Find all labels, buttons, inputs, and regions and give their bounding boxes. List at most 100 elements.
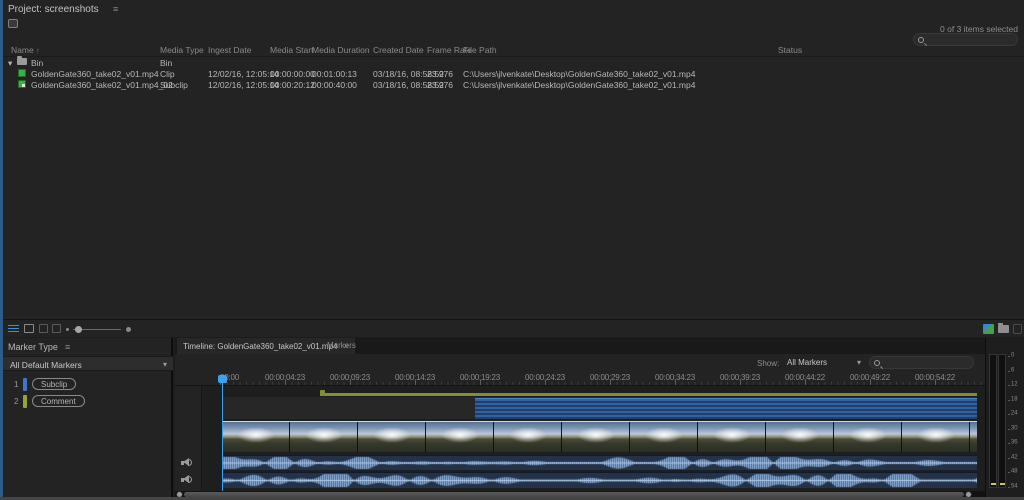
cell-name: GoldenGate360_take02_v01.mp4_02	[31, 80, 173, 90]
show-markers-dropdown[interactable]: All Markers ▾	[783, 356, 863, 369]
marker-color-bar	[23, 378, 27, 391]
playhead-head[interactable]	[218, 375, 227, 383]
column-status[interactable]: Status	[778, 45, 802, 55]
chevron-down-icon: ▾	[856, 358, 861, 367]
list-view-button[interactable]	[8, 324, 19, 333]
twirl-open-icon[interactable]: ▾	[8, 58, 12, 69]
panel-menu-icon[interactable]: ≡	[113, 4, 118, 14]
search-icon	[874, 359, 880, 366]
cell-ingest-date: 12/02/16, 12:05:14	[208, 80, 279, 90]
meter-level	[991, 483, 996, 485]
cell-file-path: C:\Users\jlvenkate\Desktop\GoldenGate360…	[463, 69, 696, 79]
zoom-out-icon[interactable]	[66, 328, 69, 331]
ruler-tick	[610, 380, 611, 385]
timeline-search-box[interactable]	[869, 356, 974, 369]
meter-bar-right	[998, 354, 1006, 488]
cell-frame-rate: 23.976	[427, 69, 453, 79]
markers-tab[interactable]: Markers	[327, 341, 356, 350]
clear-button[interactable]	[1013, 324, 1022, 334]
icon-view-button[interactable]	[24, 324, 34, 333]
new-item-button[interactable]	[983, 324, 994, 334]
ruler-tick	[545, 380, 546, 385]
column-created-date[interactable]: Created Date	[373, 45, 424, 55]
subclip-icon	[18, 80, 26, 88]
marker-list-item[interactable]: 1 Subclip	[3, 378, 173, 392]
ruler-tick	[805, 380, 806, 385]
ruler-tick	[675, 380, 676, 385]
meter-bar-left	[989, 354, 997, 488]
new-bin-button[interactable]	[998, 323, 1009, 333]
meter-scale-tick	[1008, 457, 1010, 459]
marker-type-title: Marker Type	[8, 342, 58, 352]
column-media-type[interactable]: Media Type	[160, 45, 204, 55]
marker-label-pill[interactable]: Comment	[32, 395, 85, 407]
table-row-subclip[interactable]: GoldenGate360_take02_v01.mp4_02 Subclip …	[3, 80, 1024, 91]
timeline-ruler[interactable]: 00:00 00:00:04:23 00:00:09:23 00:00:14:23 00…	[175, 372, 985, 386]
comment-marker-span[interactable]	[320, 390, 977, 396]
meter-scale-tick	[1008, 370, 1010, 372]
meter-scale-tick	[1008, 486, 1010, 488]
cell-ingest-date: 12/02/16, 12:05:14	[208, 69, 279, 79]
video-clip-filmstrip[interactable]	[222, 421, 977, 452]
table-row-bin[interactable]: ▾ Bin Bin	[3, 56, 1024, 69]
timeline-panel: Timeline: GoldenGate360_take02_v01.mp4 × …	[175, 338, 985, 500]
speaker-icon[interactable]	[181, 458, 193, 467]
table-row-clip[interactable]: GoldenGate360_take02_v01.mp4 Clip 12/02/…	[3, 69, 1024, 80]
meter-scale-tick	[1008, 414, 1010, 415]
meter-scale-label: 36	[1011, 439, 1018, 445]
marker-index: 2	[14, 397, 19, 406]
marker-label-pill[interactable]: Subclip	[32, 378, 77, 390]
speaker-icon[interactable]	[181, 475, 193, 484]
zoom-in-icon[interactable]	[126, 327, 131, 332]
marker-color-bar	[23, 395, 27, 408]
meter-scale-tick	[1008, 428, 1010, 430]
project-panel-tab[interactable]: Project: screenshots	[8, 4, 99, 15]
column-name[interactable]: Name ↑	[11, 45, 40, 55]
audio-track-2-clip[interactable]	[222, 472, 977, 488]
column-media-duration[interactable]: Media Duration	[312, 45, 370, 55]
project-table-header: Name ↑ Media Type Ingest Date Media Star…	[3, 44, 1024, 57]
cell-media-type: Subclip	[160, 80, 188, 90]
marker-list-item[interactable]: 2 Comment	[3, 395, 173, 409]
search-icon	[918, 36, 924, 43]
thumbnail-zoom-handle[interactable]	[75, 326, 82, 333]
cell-media-start: 00:00:00:00	[270, 69, 315, 79]
cell-name: GoldenGate360_take02_v01.mp4	[31, 69, 159, 79]
meter-scale-tick	[1008, 472, 1010, 473]
ruler-tick	[415, 380, 416, 385]
marker-index: 1	[14, 380, 19, 389]
window-left-edge	[0, 0, 3, 500]
sort-button[interactable]	[52, 324, 61, 333]
playhead-line[interactable]	[222, 378, 223, 491]
subclip-marker-span[interactable]	[475, 398, 977, 419]
cell-media-duration: 00:00:40:00	[312, 80, 357, 90]
meter-scale-label: 54	[1011, 482, 1018, 489]
sort-asc-icon: ↑	[36, 48, 40, 55]
cell-file-path: C:\Users\jlvenkate\Desktop\GoldenGate360…	[463, 80, 696, 90]
comment-marker-head	[320, 390, 325, 396]
show-markers-value: All Markers	[787, 358, 828, 367]
cell-frame-rate: 23.976	[427, 80, 453, 90]
project-toolbar	[3, 319, 1024, 337]
freeform-view-button[interactable]	[39, 324, 48, 333]
panel-menu-icon[interactable]: ≡	[65, 342, 70, 352]
meter-scale-label: 18	[1011, 395, 1018, 402]
marker-filter-value: All Default Markers	[10, 360, 82, 370]
ruler-tick	[480, 380, 481, 385]
marker-filter-dropdown[interactable]: All Default Markers ▾	[3, 356, 173, 371]
audio-track-1-clip[interactable]	[222, 455, 977, 470]
cell-media-start: 00:00:20:12	[270, 80, 315, 90]
meter-scale-label: 6	[1011, 366, 1015, 373]
bin-folder-icon	[17, 56, 27, 65]
project-panel: Project: screenshots ≡ 0 of 3 items sele…	[3, 0, 1024, 337]
track-header-strip	[175, 386, 202, 491]
column-media-start[interactable]: Media Start	[270, 45, 313, 55]
column-file-path[interactable]: File Path	[463, 45, 497, 55]
meter-scale-label: 48	[1011, 468, 1018, 474]
column-ingest-date[interactable]: Ingest Date	[208, 45, 251, 55]
meter-level	[1000, 483, 1005, 485]
timeline-search-input[interactable]	[884, 358, 964, 367]
meter-scale-tick	[1008, 399, 1010, 401]
timeline-tab-bar: Timeline: GoldenGate360_take02_v01.mp4 × …	[175, 338, 985, 354]
project-search-input[interactable]	[928, 35, 1008, 44]
